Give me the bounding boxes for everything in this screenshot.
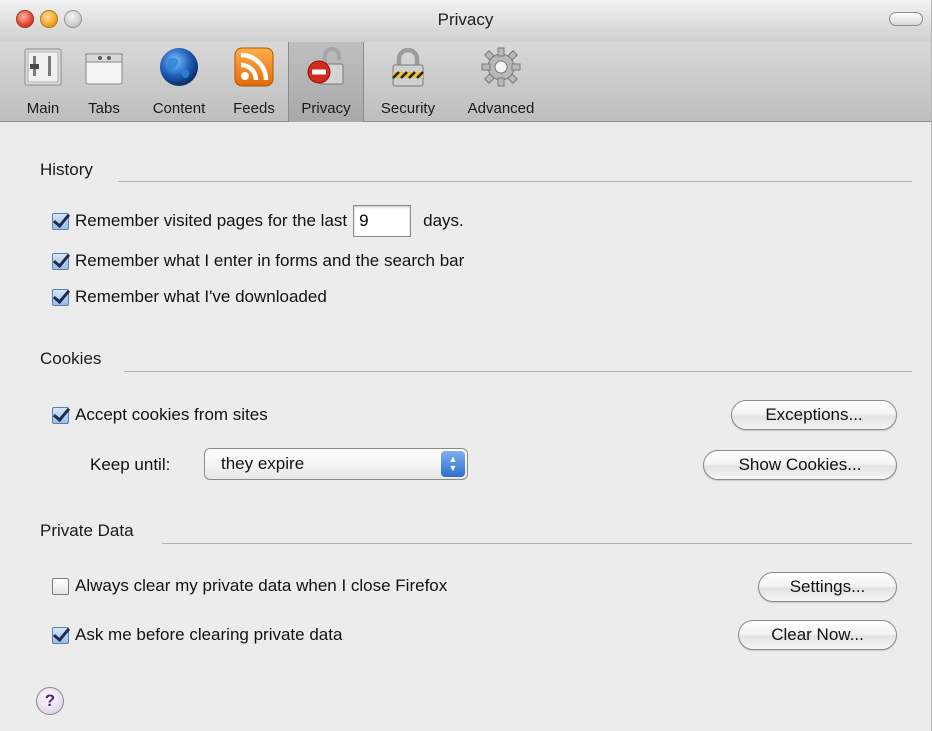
toolbar-item-feeds[interactable]: Feeds <box>226 42 282 122</box>
remember-forms-checkbox[interactable] <box>52 252 69 270</box>
always-clear-row: Always clear my private data when I clos… <box>52 576 447 596</box>
preferences-window: Privacy Main Tabs Content Feeds Privacy … <box>0 0 932 731</box>
toolbar-item-label: Tabs <box>88 100 120 117</box>
toolbar-item-label: Advanced <box>467 100 535 117</box>
toolbar-item-label: Security <box>380 100 436 117</box>
privacy-lock-icon <box>305 46 347 88</box>
keep-until-value: they expire <box>221 454 305 473</box>
toolbar-item-label: Feeds <box>233 100 275 117</box>
gear-icon <box>480 46 522 88</box>
toolbar-item-label: Content <box>152 100 206 117</box>
clear-now-button[interactable]: Clear Now... <box>738 620 897 650</box>
toolbar-item-label: Main <box>26 100 60 117</box>
accept-cookies-checkbox[interactable] <box>52 406 69 424</box>
ask-before-clear-row: Ask me before clearing private data <box>52 625 342 645</box>
help-button[interactable]: ? <box>36 687 64 715</box>
select-arrows-icon: ▲ ▼ <box>441 451 465 477</box>
keep-until-select[interactable]: they expire ▲ ▼ <box>204 448 468 480</box>
history-section-title: History <box>40 160 93 179</box>
remember-forms-row: Remember what I enter in forms and the s… <box>52 251 464 271</box>
toolbar-item-label: Privacy <box>301 100 351 117</box>
toolbar-item-content[interactable]: Content <box>140 42 218 122</box>
toolbar-item-security[interactable]: Security <box>370 42 446 122</box>
help-icon: ? <box>44 691 56 710</box>
tabs-window-icon <box>83 46 125 88</box>
always-clear-label: Always clear my private data when I clos… <box>75 576 448 595</box>
toolbar-toggle-button[interactable] <box>889 12 923 26</box>
cookies-divider <box>124 371 912 372</box>
private-data-divider <box>162 543 912 544</box>
toolbar-item-privacy[interactable]: Privacy <box>288 42 364 122</box>
privacy-pane: History Remember visited pages for the l… <box>0 123 931 731</box>
exceptions-button[interactable]: Exceptions... <box>731 400 897 430</box>
private-data-section-title: Private Data <box>40 521 134 540</box>
toolbar-item-tabs[interactable]: Tabs <box>78 42 130 122</box>
remember-downloads-label: Remember what I've downloaded <box>75 287 327 306</box>
toolbar-item-main[interactable]: Main <box>18 42 68 122</box>
remember-downloads-row: Remember what I've downloaded <box>52 287 327 307</box>
remember-downloads-checkbox[interactable] <box>52 288 69 306</box>
remember-forms-label: Remember what I enter in forms and the s… <box>75 251 465 270</box>
always-clear-checkbox[interactable] <box>52 577 69 595</box>
rss-feed-icon <box>233 46 275 88</box>
window-title: Privacy <box>437 10 494 29</box>
ask-before-clear-label: Ask me before clearing private data <box>75 625 343 644</box>
globe-icon <box>158 46 200 88</box>
toolbar-item-advanced[interactable]: Advanced <box>456 42 546 122</box>
remember-visited-label: Remember visited pages for the last <box>75 211 348 230</box>
title-bar: Privacy <box>0 0 931 42</box>
days-suffix-label: days. <box>423 211 464 230</box>
remember-visited-row: Remember visited pages for the last days… <box>52 205 464 237</box>
keep-until-label: Keep until: <box>90 455 171 474</box>
accept-cookies-label: Accept cookies from sites <box>75 405 268 424</box>
show-cookies-button[interactable]: Show Cookies... <box>703 450 897 480</box>
main-switch-icon <box>22 46 64 88</box>
settings-button[interactable]: Settings... <box>758 572 897 602</box>
preferences-toolbar: Main Tabs Content Feeds Privacy Security… <box>0 42 931 122</box>
remember-visited-checkbox[interactable] <box>52 212 69 230</box>
cookies-section-title: Cookies <box>40 349 102 368</box>
ask-before-clear-checkbox[interactable] <box>52 626 69 644</box>
accept-cookies-row: Accept cookies from sites <box>52 405 268 425</box>
history-divider <box>118 181 912 182</box>
security-padlock-icon <box>387 46 429 88</box>
history-days-input[interactable] <box>353 205 412 237</box>
